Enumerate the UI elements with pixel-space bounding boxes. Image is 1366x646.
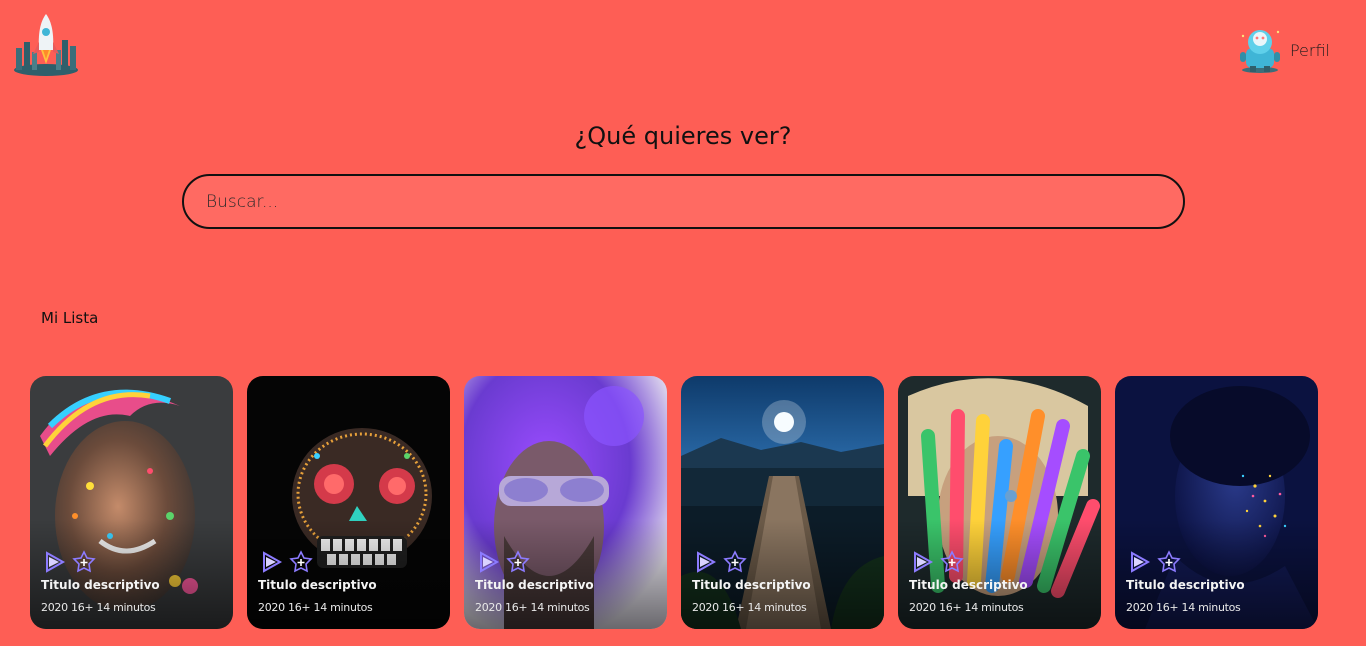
section-title-my-list: Mi Lista bbox=[41, 309, 99, 327]
my-list-row: Titulo descriptivo 2020 16+ 14 minutos T… bbox=[30, 376, 1318, 629]
add-to-list-icon[interactable] bbox=[289, 550, 313, 574]
media-card[interactable]: Titulo descriptivo 2020 16+ 14 minutos bbox=[681, 376, 884, 629]
play-icon[interactable] bbox=[1127, 550, 1151, 574]
card-meta: 2020 16+ 14 minutos bbox=[1126, 601, 1241, 614]
rocket-logo-icon[interactable] bbox=[12, 12, 80, 78]
media-card[interactable]: Titulo descriptivo 2020 16+ 14 minutos bbox=[1115, 376, 1318, 629]
card-meta: 2020 16+ 14 minutos bbox=[41, 601, 156, 614]
card-meta: 2020 16+ 14 minutos bbox=[692, 601, 807, 614]
card-title: Titulo descriptivo bbox=[475, 578, 594, 592]
page: Perfil ¿Qué quieres ver? Mi Lista bbox=[0, 0, 1366, 646]
play-icon[interactable] bbox=[259, 550, 283, 574]
search-input[interactable] bbox=[182, 174, 1185, 229]
profile-link[interactable]: Perfil bbox=[1238, 26, 1330, 74]
robot-avatar-icon bbox=[1239, 30, 1280, 73]
add-to-list-icon[interactable] bbox=[72, 550, 96, 574]
play-icon[interactable] bbox=[693, 550, 717, 574]
add-to-list-icon[interactable] bbox=[940, 550, 964, 574]
add-to-list-icon[interactable] bbox=[1157, 550, 1181, 574]
card-meta: 2020 16+ 14 minutos bbox=[258, 601, 373, 614]
page-title: ¿Qué quieres ver? bbox=[574, 122, 792, 150]
card-title: Titulo descriptivo bbox=[41, 578, 160, 592]
play-icon[interactable] bbox=[476, 550, 500, 574]
card-meta: 2020 16+ 14 minutos bbox=[475, 601, 590, 614]
add-to-list-icon[interactable] bbox=[723, 550, 747, 574]
profile-label: Perfil bbox=[1289, 40, 1330, 60]
play-icon[interactable] bbox=[42, 550, 66, 574]
card-title: Titulo descriptivo bbox=[258, 578, 377, 592]
media-card[interactable]: Titulo descriptivo 2020 16+ 14 minutos bbox=[464, 376, 667, 629]
card-title: Titulo descriptivo bbox=[1126, 578, 1245, 592]
card-meta: 2020 16+ 14 minutos bbox=[909, 601, 1024, 614]
play-icon[interactable] bbox=[910, 550, 934, 574]
add-to-list-icon[interactable] bbox=[506, 550, 530, 574]
media-card[interactable]: Titulo descriptivo 2020 16+ 14 minutos bbox=[898, 376, 1101, 629]
media-card[interactable]: Titulo descriptivo 2020 16+ 14 minutos bbox=[30, 376, 233, 629]
media-card[interactable]: Titulo descriptivo 2020 16+ 14 minutos bbox=[247, 376, 450, 629]
card-title: Titulo descriptivo bbox=[909, 578, 1028, 592]
card-title: Titulo descriptivo bbox=[692, 578, 811, 592]
